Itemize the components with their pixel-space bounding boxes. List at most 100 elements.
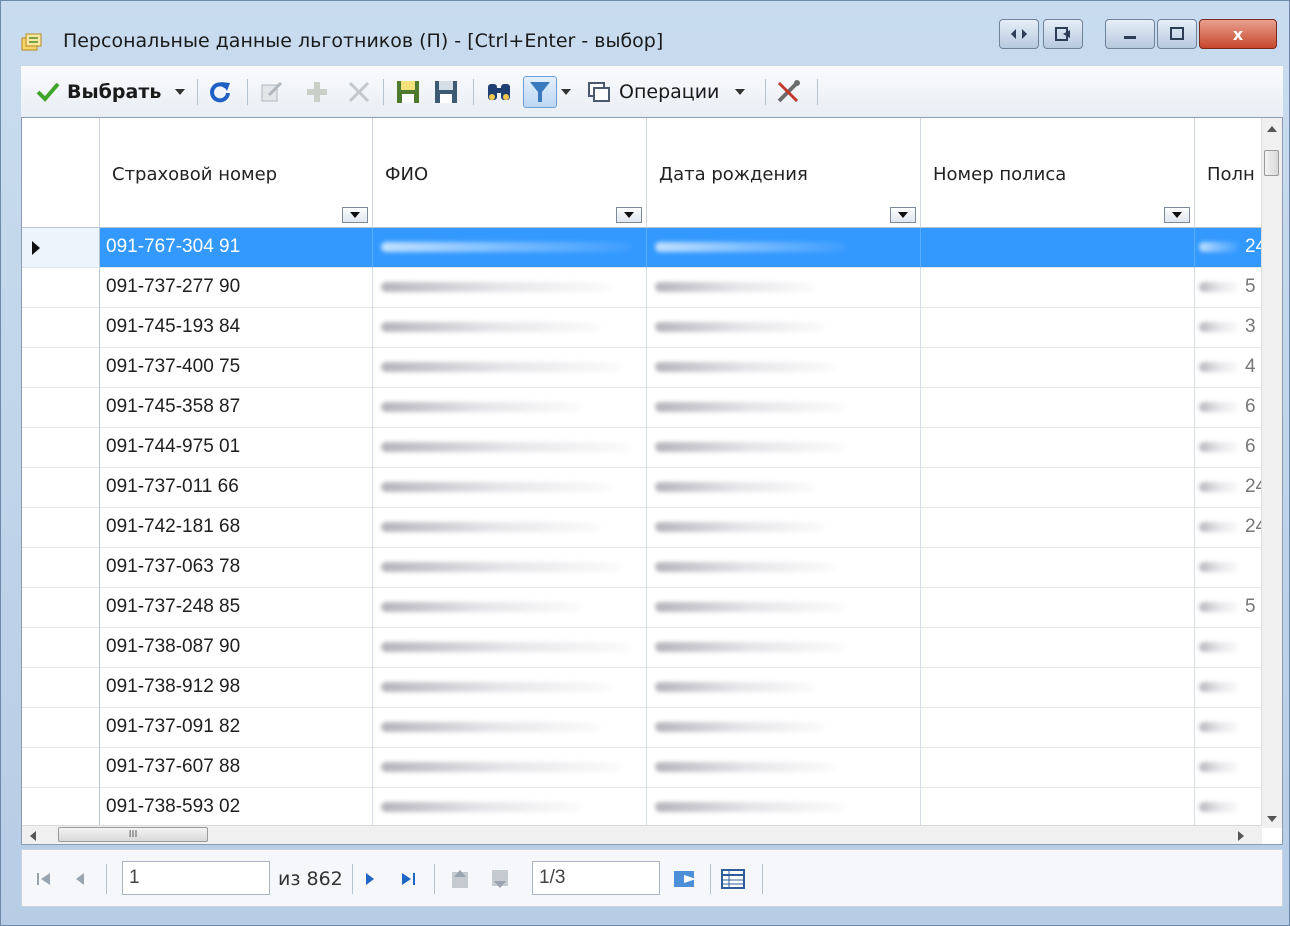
cell-full-redacted[interactable] (1195, 788, 1265, 828)
cell-policy-number[interactable] (921, 428, 1195, 468)
cell-policy-number[interactable] (921, 268, 1195, 308)
cell-full-redacted[interactable]: 24 (1195, 468, 1265, 508)
cell-fio-redacted[interactable] (373, 628, 647, 668)
cell-insurance-number[interactable]: 091-742-181 68 (100, 508, 373, 548)
save-button[interactable] (395, 76, 421, 108)
cell-insurance-number[interactable]: 091-744-975 01 (100, 428, 373, 468)
cell-full-redacted[interactable] (1195, 668, 1265, 708)
row-selector[interactable] (22, 708, 100, 748)
cell-insurance-number[interactable]: 091-737-277 90 (100, 268, 373, 308)
next-record-button[interactable] (364, 864, 376, 894)
column-filter-button[interactable] (890, 207, 916, 223)
table-row[interactable]: 091-738-087 90 (22, 628, 1265, 668)
cell-birth-date-redacted[interactable] (647, 388, 921, 428)
add-button[interactable] (305, 76, 329, 108)
row-selector[interactable] (22, 788, 100, 828)
cell-full-redacted[interactable] (1195, 628, 1265, 668)
cell-policy-number[interactable] (921, 708, 1195, 748)
cell-fio-redacted[interactable] (373, 428, 647, 468)
cell-policy-number[interactable] (921, 308, 1195, 348)
cell-fio-redacted[interactable] (373, 508, 647, 548)
table-row[interactable]: 091-737-011 66 24 (22, 468, 1265, 508)
column-header-fio[interactable]: ФИО (373, 118, 647, 228)
operations-menu[interactable]: Операции (587, 76, 746, 108)
refresh-button[interactable] (207, 76, 233, 108)
cell-full-redacted[interactable] (1195, 548, 1265, 588)
cell-policy-number[interactable] (921, 228, 1195, 268)
cell-birth-date-redacted[interactable] (647, 748, 921, 788)
cell-policy-number[interactable] (921, 748, 1195, 788)
cell-insurance-number[interactable]: 091-737-011 66 (100, 468, 373, 508)
row-selector[interactable] (22, 308, 100, 348)
cell-policy-number[interactable] (921, 468, 1195, 508)
row-selector[interactable] (22, 748, 100, 788)
cell-insurance-number[interactable]: 091-737-248 85 (100, 588, 373, 628)
cell-insurance-number[interactable]: 091-737-063 78 (100, 548, 373, 588)
row-selector[interactable] (22, 628, 100, 668)
cell-policy-number[interactable] (921, 348, 1195, 388)
row-selector[interactable] (22, 228, 100, 268)
title-bar[interactable]: Персональные данные льготников (П) - [Ct… (1, 1, 1289, 63)
cell-full-redacted[interactable]: 5 (1195, 588, 1265, 628)
table-row[interactable]: 091-737-400 75 4 (22, 348, 1265, 388)
cell-full-redacted[interactable]: 5 (1195, 268, 1265, 308)
prev-page-button[interactable] (450, 864, 472, 894)
row-selector[interactable] (22, 508, 100, 548)
cell-insurance-number[interactable]: 091-738-087 90 (100, 628, 373, 668)
select-button[interactable]: Выбрать (35, 76, 186, 108)
cell-birth-date-redacted[interactable] (647, 788, 921, 828)
prev-record-button[interactable] (74, 864, 86, 894)
column-header-full[interactable]: Полн (1195, 118, 1265, 228)
go-to-page-button[interactable] (672, 864, 698, 894)
horizontal-scroll-thumb[interactable]: III (58, 827, 208, 842)
last-record-button[interactable] (400, 864, 416, 894)
cell-insurance-number[interactable]: 091-738-593 02 (100, 788, 373, 828)
vertical-scroll-thumb[interactable] (1264, 150, 1279, 176)
cell-fio-redacted[interactable] (373, 748, 647, 788)
cell-policy-number[interactable] (921, 788, 1195, 828)
cell-insurance-number[interactable]: 091-737-400 75 (100, 348, 373, 388)
cell-full-redacted[interactable]: 6 (1195, 428, 1265, 468)
table-row[interactable]: 091-745-358 87 6 (22, 388, 1265, 428)
cell-fio-redacted[interactable] (373, 388, 647, 428)
cell-policy-number[interactable] (921, 388, 1195, 428)
maximize-button[interactable] (1157, 19, 1197, 49)
row-selector[interactable] (22, 428, 100, 468)
minimize-button[interactable] (1105, 19, 1155, 49)
filter-button[interactable] (523, 76, 557, 108)
cell-policy-number[interactable] (921, 668, 1195, 708)
column-header-policy-number[interactable]: Номер полиса (921, 118, 1195, 228)
table-row[interactable]: 091-737-607 88 (22, 748, 1265, 788)
cell-fio-redacted[interactable] (373, 468, 647, 508)
cell-fio-redacted[interactable] (373, 708, 647, 748)
row-selector[interactable] (22, 468, 100, 508)
table-row[interactable]: 091-737-248 85 5 (22, 588, 1265, 628)
cell-birth-date-redacted[interactable] (647, 468, 921, 508)
cell-fio-redacted[interactable] (373, 268, 647, 308)
table-row[interactable]: 091-738-593 02 (22, 788, 1265, 828)
cell-fio-redacted[interactable] (373, 588, 647, 628)
column-filter-button[interactable] (342, 207, 368, 223)
cell-insurance-number[interactable]: 091-745-358 87 (100, 388, 373, 428)
settings-button[interactable] (775, 76, 803, 108)
find-button[interactable] (485, 76, 513, 108)
table-row[interactable]: 091-744-975 01 6 (22, 428, 1265, 468)
cell-fio-redacted[interactable] (373, 348, 647, 388)
edit-button[interactable] (259, 76, 285, 108)
cell-fio-redacted[interactable] (373, 228, 647, 268)
row-selector[interactable] (22, 348, 100, 388)
horizontal-scrollbar[interactable]: III (22, 825, 1262, 844)
restore-layout-button[interactable] (999, 19, 1039, 49)
table-row[interactable]: 091-738-912 98 (22, 668, 1265, 708)
cell-birth-date-redacted[interactable] (647, 228, 921, 268)
table-row[interactable]: 091-767-304 91 24 (22, 228, 1265, 268)
next-page-button[interactable] (490, 864, 512, 894)
cell-birth-date-redacted[interactable] (647, 628, 921, 668)
column-filter-button[interactable] (616, 207, 642, 223)
close-button[interactable]: x (1199, 19, 1277, 49)
row-selector[interactable] (22, 548, 100, 588)
cell-full-redacted[interactable]: 6 (1195, 388, 1265, 428)
delete-button[interactable] (347, 76, 371, 108)
cell-fio-redacted[interactable] (373, 548, 647, 588)
table-row[interactable]: 091-742-181 68 24 (22, 508, 1265, 548)
